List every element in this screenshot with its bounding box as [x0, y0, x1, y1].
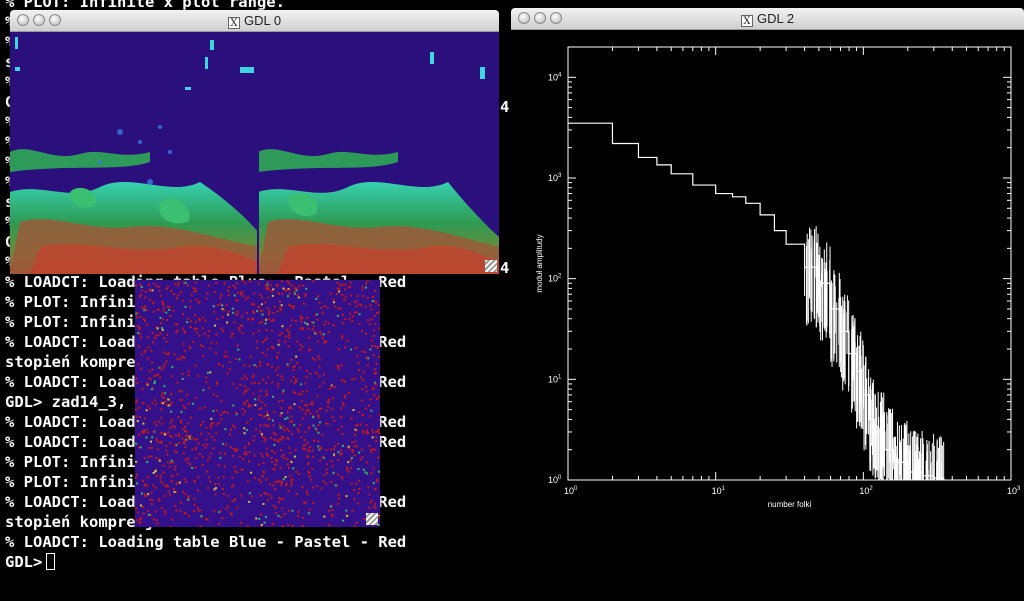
x11-icon: X	[227, 17, 240, 29]
y-tick-label: 102	[548, 274, 562, 284]
terminal-fragment: 4	[500, 98, 510, 116]
noise-image	[135, 280, 380, 527]
gdl0-title: GDL 0	[243, 13, 282, 28]
x-tick-label: 100	[564, 486, 578, 496]
gdl0-titlebar[interactable]: X GDL 0	[10, 10, 499, 32]
y-tick-label: 104	[548, 72, 562, 82]
resize-grip[interactable]	[485, 260, 497, 272]
resize-grip[interactable]	[366, 513, 378, 525]
x-tick-label: 102	[859, 486, 873, 496]
y-tick-label: 101	[548, 374, 562, 384]
gdl2-title: GDL 2	[756, 11, 795, 26]
y-tick-label: 100	[548, 475, 562, 485]
x11-icon: X	[740, 15, 753, 27]
text-cursor	[46, 553, 56, 570]
terminal-fragment: 4	[500, 259, 510, 277]
x-tick-label: 103	[1007, 486, 1021, 496]
weather-map-image	[10, 32, 499, 274]
terminal-line: % LOADCT: Loading table Blue - Pastel - …	[5, 533, 407, 551]
gdl2-window[interactable]: X GDL 2 100 101 102 103 100 101 102 103 104 number…	[511, 8, 1024, 601]
gdl0-window[interactable]: X GDL 0	[10, 10, 499, 274]
x-axis-label: number folki	[768, 500, 812, 509]
plot-frame	[567, 46, 1012, 481]
y-axis-label: moduł amplitudy	[535, 234, 544, 292]
y-tick-label: 103	[548, 173, 562, 183]
terminal-line: GDL>	[5, 552, 56, 572]
x-tick-label: 101	[712, 486, 726, 496]
gdl2-titlebar[interactable]: X GDL 2	[511, 8, 1024, 30]
amplitude-chart: 100 101 102 103 100 101 102 103 104 number folki m…	[535, 46, 1021, 509]
noise-window[interactable]	[135, 280, 380, 527]
